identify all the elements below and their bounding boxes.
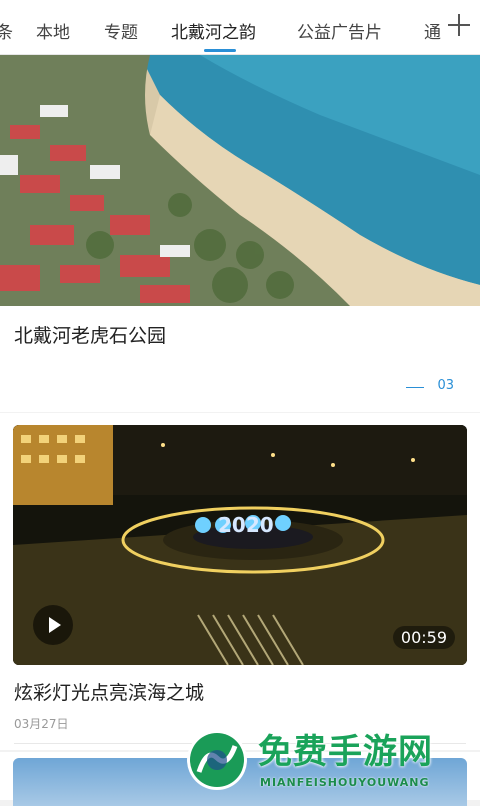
- site-watermark: 免费手游网 MIANFEISHOUYOUWANG: [180, 726, 480, 800]
- play-icon[interactable]: [33, 605, 73, 645]
- tab-partial-right[interactable]: 通: [424, 18, 441, 43]
- tab-topics[interactable]: 专题: [104, 18, 138, 43]
- watermark-title: 免费手游网: [258, 732, 433, 772]
- channel-tab-bar: 条 本地 专题 北戴河之韵 公益广告片 通: [0, 0, 480, 55]
- video-thumbnail[interactable]: 2020 00:59: [13, 425, 467, 665]
- active-tab-indicator: [204, 49, 236, 52]
- tab-partial-left[interactable]: 条: [0, 18, 13, 43]
- tab-local[interactable]: 本地: [36, 18, 70, 43]
- video-card[interactable]: 2020 00:59 炫彩灯光点亮滨海之城 03月27日: [0, 413, 480, 750]
- plus-icon[interactable]: [446, 12, 472, 38]
- article-title[interactable]: 北戴河老虎石公园: [14, 321, 166, 348]
- watermark-logo-icon: [187, 730, 247, 790]
- publish-date: 03月27日: [14, 717, 69, 731]
- pager-number: 03: [437, 378, 454, 393]
- watermark-subtitle: MIANFEISHOUYOUWANG: [260, 776, 430, 789]
- article-card-coast[interactable]: 北戴河老虎石公园 03: [0, 55, 480, 412]
- coast-photo: [0, 55, 480, 306]
- tab-public-ads[interactable]: 公益广告片: [297, 18, 382, 43]
- video-title[interactable]: 炫彩灯光点亮滨海之城: [14, 678, 204, 705]
- video-overlay-text: 2020: [218, 513, 274, 537]
- pager-line: [406, 387, 424, 388]
- video-duration: 00:59: [392, 626, 455, 649]
- tab-beidaihe[interactable]: 北戴河之韵: [171, 18, 256, 43]
